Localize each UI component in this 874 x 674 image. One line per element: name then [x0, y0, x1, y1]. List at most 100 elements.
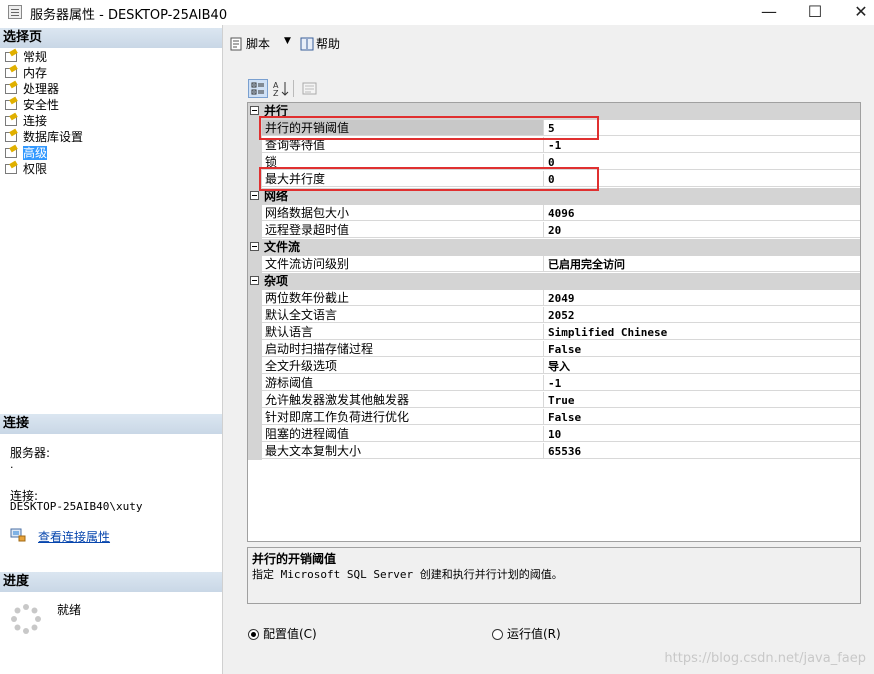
right-panel: 脚本 ▼ 帮助 AZ 并行 并行的开销阈值 5 查询等待值 -1 锁 0 最大并行度 0 网络 网络… — [223, 25, 874, 674]
page-item-label: 权限 — [23, 162, 48, 176]
collapse-icon[interactable] — [250, 276, 259, 285]
property-value[interactable]: Simplified Chinese — [544, 324, 860, 340]
category-row[interactable]: 文件流 — [248, 239, 860, 256]
connection-header: 连接 — [0, 414, 222, 434]
property-name: 文件流访问级别 — [262, 256, 544, 272]
help-button[interactable]: 帮助 — [300, 35, 340, 52]
property-value[interactable]: 导入 — [544, 358, 860, 374]
collapse-icon[interactable] — [250, 106, 259, 115]
category-label: 杂项 — [264, 274, 289, 288]
property-row[interactable]: 阻塞的进程阈值 10 — [248, 426, 860, 443]
property-name: 网络数据包大小 — [262, 205, 544, 221]
property-row[interactable]: 远程登录超时值 20 — [248, 222, 860, 239]
property-pages-button[interactable] — [301, 80, 319, 97]
page-wrench-icon — [4, 82, 18, 94]
property-value[interactable]: 4096 — [544, 205, 860, 221]
page-item[interactable]: 安全性 — [4, 97, 59, 113]
property-value[interactable]: 20 — [544, 222, 860, 238]
connection-value: DESKTOP-25AIB40\xuty — [10, 500, 143, 513]
property-row[interactable]: 默认语言 Simplified Chinese — [248, 324, 860, 341]
property-name: 针对即席工作负荷进行优化 — [262, 409, 544, 425]
maximize-button[interactable]: ☐ — [792, 0, 838, 24]
description-title: 并行的开销阈值 — [252, 552, 337, 566]
select-page-header: 选择页 — [0, 28, 222, 48]
highlight-annotation-box — [259, 116, 599, 140]
property-name: 远程登录超时值 — [262, 222, 544, 238]
property-row[interactable]: 网络数据包大小 4096 — [248, 205, 860, 222]
minimize-button[interactable]: — — [746, 0, 792, 24]
property-value[interactable]: -1 — [544, 375, 860, 391]
property-name: 游标阈值 — [262, 375, 544, 391]
property-value[interactable]: False — [544, 341, 860, 357]
page-item[interactable]: 数据库设置 — [4, 129, 83, 145]
configured-value-radio[interactable]: 配置值(C) — [248, 625, 317, 642]
script-dropdown-icon[interactable]: ▼ — [284, 36, 291, 46]
property-value[interactable]: True — [544, 392, 860, 408]
page-item[interactable]: 连接 — [4, 113, 47, 129]
highlight-annotation-box — [259, 167, 599, 191]
collapse-icon[interactable] — [250, 242, 259, 251]
window-title: 服务器属性 - DESKTOP-25AIB40 — [30, 8, 228, 23]
page-item[interactable]: 处理器 — [4, 81, 59, 97]
server-label: 服务器: — [10, 446, 51, 460]
collapse-icon[interactable] — [250, 191, 259, 200]
property-value[interactable]: 10 — [544, 426, 860, 442]
row-gutter — [248, 392, 262, 409]
row-gutter — [248, 205, 262, 222]
property-row[interactable]: 允许触发器激发其他触发器 True — [248, 392, 860, 409]
page-item-label: 连接 — [23, 114, 48, 128]
row-gutter — [248, 409, 262, 426]
property-row[interactable]: 游标阈值 -1 — [248, 375, 860, 392]
progress-header: 进度 — [0, 572, 222, 592]
alphabetical-sort-button[interactable]: AZ — [271, 79, 291, 98]
page-item[interactable]: 高级 — [4, 145, 48, 161]
page-item-label: 高级 — [23, 146, 48, 160]
property-row[interactable]: 全文升级选项 导入 — [248, 358, 860, 375]
running-value-label: 运行值(R) — [507, 627, 561, 641]
configured-value-label: 配置值(C) — [263, 627, 317, 641]
page-wrench-icon — [4, 66, 18, 78]
property-name: 两位数年份截止 — [262, 290, 544, 306]
property-row[interactable]: 最大文本复制大小 65536 — [248, 443, 860, 460]
property-row[interactable]: 启动时扫描存储过程 False — [248, 341, 860, 358]
category-row[interactable]: 杂项 — [248, 273, 860, 290]
property-name: 最大文本复制大小 — [262, 443, 544, 459]
left-panel: 选择页 常规 内存 处理器 安全性 连接 数据库设置 高级 权限 连接 服务器: . 连接: … — [0, 25, 223, 674]
toolbar-separator — [293, 80, 294, 97]
property-value[interactable]: 已启用完全访问 — [544, 256, 860, 272]
script-label: 脚本 — [246, 37, 271, 51]
row-gutter — [248, 341, 262, 358]
view-connection-properties-link[interactable]: 查看连接属性 — [38, 528, 110, 545]
script-button[interactable]: 脚本 — [230, 35, 270, 52]
categorized-view-button[interactable] — [248, 79, 268, 98]
server-value: . — [10, 458, 14, 471]
page-wrench-icon — [4, 162, 18, 174]
description-text: 指定 Microsoft SQL Server 创建和执行并行计划的阈值。 — [252, 568, 563, 581]
property-name: 默认语言 — [262, 324, 544, 340]
property-value[interactable]: 2049 — [544, 290, 860, 306]
row-gutter — [248, 256, 262, 273]
toolbar: 脚本 ▼ 帮助 — [223, 25, 874, 61]
property-row[interactable]: 针对即席工作负荷进行优化 False — [248, 409, 860, 426]
running-value-radio[interactable]: 运行值(R) — [492, 625, 561, 642]
page-item[interactable]: 常规 — [4, 49, 47, 65]
page-item-label: 数据库设置 — [23, 130, 84, 144]
property-value[interactable]: False — [544, 409, 860, 425]
property-value[interactable]: 65536 — [544, 443, 860, 459]
page-item[interactable]: 权限 — [4, 161, 47, 177]
property-name: 默认全文语言 — [262, 307, 544, 323]
page-wrench-icon — [4, 130, 18, 142]
help-icon — [300, 37, 314, 51]
page-item[interactable]: 内存 — [4, 65, 47, 81]
property-value[interactable]: 2052 — [544, 307, 860, 323]
category-label: 文件流 — [264, 240, 301, 254]
property-row[interactable]: 默认全文语言 2052 — [248, 307, 860, 324]
property-name: 启动时扫描存储过程 — [262, 341, 544, 357]
progress-status: 就绪 — [57, 603, 82, 617]
property-row[interactable]: 两位数年份截止 2049 — [248, 290, 860, 307]
close-button[interactable]: ✕ — [838, 0, 874, 24]
property-row[interactable]: 文件流访问级别 已启用完全访问 — [248, 256, 860, 273]
row-gutter — [248, 426, 262, 443]
page-item-label: 内存 — [23, 66, 48, 80]
page-item-label: 安全性 — [23, 98, 60, 112]
